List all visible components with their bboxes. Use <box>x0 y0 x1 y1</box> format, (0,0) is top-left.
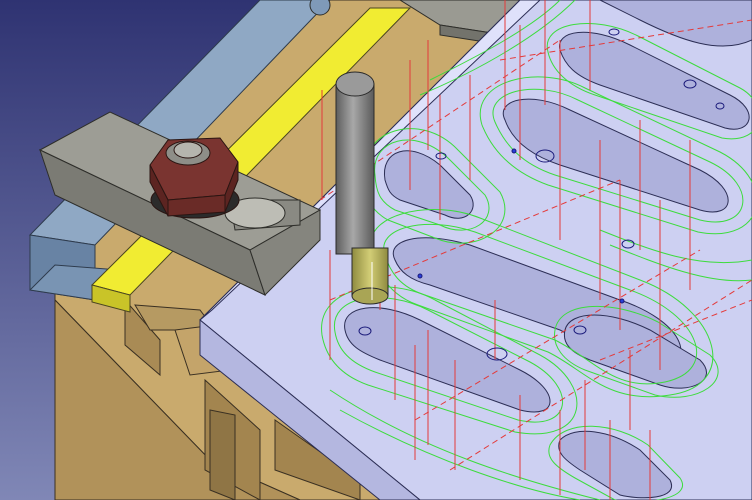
tool-shank <box>335 83 375 255</box>
viewport-scene <box>0 0 752 500</box>
hex-nut[interactable] <box>149 137 240 219</box>
cam-3d-viewport[interactable] <box>0 0 752 500</box>
tool-top <box>335 71 375 97</box>
